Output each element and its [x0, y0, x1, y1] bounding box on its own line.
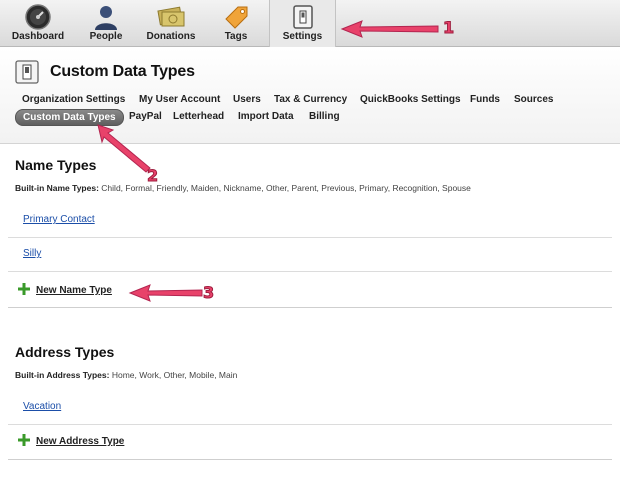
name-types-builtin: Built-in Name Types: Child, Formal, Frie… [15, 183, 471, 193]
new-name-type-link[interactable]: New Name Type [36, 285, 112, 296]
top-nav: Dashboard People Donations Tags Settings [0, 0, 620, 47]
money-icon [157, 6, 185, 27]
callout-number-1: 1 [442, 18, 455, 38]
plus-icon [18, 434, 30, 446]
name-type-link-silly[interactable]: Silly [23, 248, 41, 259]
list-item: Silly [8, 238, 612, 272]
callout-arrow-3 [128, 284, 203, 302]
nav-settings-label: Settings [282, 31, 323, 42]
tag-icon [225, 6, 248, 29]
new-address-type-link[interactable]: New Address Type [36, 436, 124, 447]
nav-people-label: People [89, 31, 123, 42]
nav-people[interactable]: People [84, 0, 128, 47]
list-item: Primary Contact [8, 204, 612, 238]
nav-donations-label: Donations [146, 31, 196, 42]
subnav-quickbooks-settings[interactable]: QuickBooks Settings [360, 94, 461, 105]
name-types-heading: Name Types [15, 157, 97, 173]
settings-switch-icon [292, 5, 313, 29]
speedometer-icon [25, 4, 51, 30]
page-title: Custom Data Types [50, 63, 195, 80]
address-type-link-vacation[interactable]: Vacation [23, 401, 61, 412]
subnav-organization-settings[interactable]: Organization Settings [22, 94, 125, 105]
subnav-users[interactable]: Users [233, 94, 261, 105]
callout-arrow-2 [97, 124, 151, 173]
plus-icon [18, 283, 30, 295]
address-types-heading: Address Types [15, 344, 115, 360]
nav-settings[interactable]: Settings [269, 0, 336, 47]
builtin-address-types-values: Home, Work, Other, Mobile, Main [111, 370, 238, 380]
subnav-letterhead[interactable]: Letterhead [173, 111, 224, 122]
page-header: Custom Data Types Organization Settings … [0, 48, 620, 144]
address-types-builtin: Built-in Address Types: Home, Work, Othe… [15, 370, 237, 380]
subnav-tax-currency[interactable]: Tax & Currency [274, 94, 347, 105]
nav-dashboard-label: Dashboard [11, 31, 65, 42]
nav-tags[interactable]: Tags [216, 0, 256, 47]
callout-number-3: 3 [202, 283, 215, 303]
section-divider [8, 459, 612, 460]
subnav-billing[interactable]: Billing [309, 111, 340, 122]
builtin-name-types-values: Child, Formal, Friendly, Maiden, Nicknam… [101, 183, 471, 193]
builtin-name-types-label: Built-in Name Types: [15, 183, 99, 193]
subnav-my-user-account[interactable]: My User Account [139, 94, 220, 105]
builtin-address-types-label: Built-in Address Types: [15, 370, 110, 380]
nav-dashboard[interactable]: Dashboard [10, 0, 66, 47]
list-item: Vacation [8, 391, 612, 425]
settings-switch-icon [15, 60, 39, 84]
nav-donations[interactable]: Donations [143, 0, 199, 47]
subnav-paypal[interactable]: PayPal [129, 111, 162, 122]
subnav-import-data[interactable]: Import Data [238, 111, 294, 122]
person-icon [95, 6, 117, 30]
name-type-link-primary-contact[interactable]: Primary Contact [23, 214, 95, 225]
nav-tags-label: Tags [224, 31, 248, 42]
subnav-funds[interactable]: Funds [470, 94, 500, 105]
subnav-sources[interactable]: Sources [514, 94, 553, 105]
section-divider [8, 307, 612, 308]
callout-arrow-1 [340, 20, 439, 38]
